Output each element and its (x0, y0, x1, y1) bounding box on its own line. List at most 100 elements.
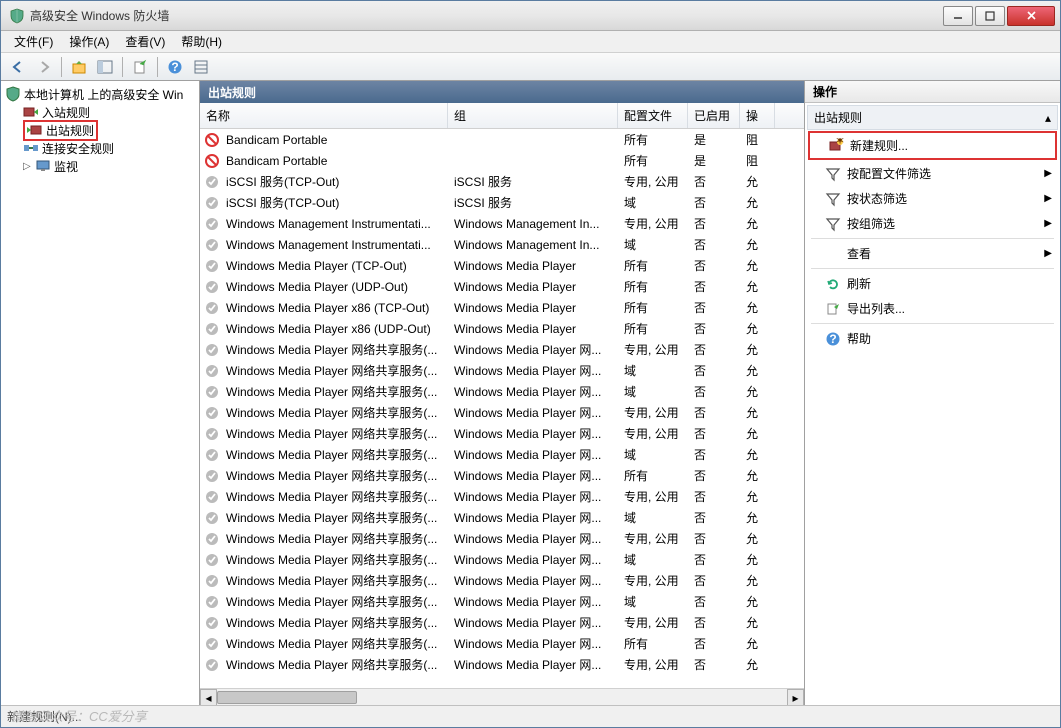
table-row[interactable]: iSCSI 服务(TCP-Out)iSCSI 服务专用, 公用否允 (200, 171, 804, 192)
action-help[interactable]: ? 帮助 (807, 326, 1058, 351)
disabled-allow-icon (204, 426, 220, 442)
table-row[interactable]: Bandicam Portable所有是阻 (200, 129, 804, 150)
action-new-rule[interactable]: ✶ 新建规则... (808, 131, 1057, 160)
close-button[interactable] (1007, 6, 1055, 26)
rule-group: Windows Media Player 网... (448, 572, 618, 589)
table-row[interactable]: Windows Media Player 网络共享服务(...Windows M… (200, 591, 804, 612)
action-group-header[interactable]: 出站规则 ▴ (807, 105, 1058, 130)
rule-profile: 所有 (618, 635, 688, 652)
col-action[interactable]: 操 (740, 103, 775, 128)
menu-help[interactable]: 帮助(H) (173, 31, 230, 52)
rule-action: 允 (740, 257, 775, 274)
col-group[interactable]: 组 (448, 103, 618, 128)
rule-name: Windows Management Instrumentati... (220, 238, 448, 252)
outbound-icon (27, 122, 43, 138)
rule-action: 允 (740, 362, 775, 379)
rule-profile: 专用, 公用 (618, 425, 688, 442)
rule-name: Windows Media Player 网络共享服务(... (220, 446, 448, 463)
rule-enabled: 否 (688, 488, 740, 505)
menu-action[interactable]: 操作(A) (61, 31, 117, 52)
table-row[interactable]: Windows Media Player 网络共享服务(...Windows M… (200, 360, 804, 381)
table-row[interactable]: Windows Media Player 网络共享服务(...Windows M… (200, 612, 804, 633)
menubar: 文件(F) 操作(A) 查看(V) 帮助(H) (1, 31, 1060, 53)
table-row[interactable]: Windows Media Player 网络共享服务(...Windows M… (200, 507, 804, 528)
status-text: 新建规则(N)... (7, 708, 82, 725)
rule-enabled: 否 (688, 341, 740, 358)
table-row[interactable]: Windows Media Player 网络共享服务(...Windows M… (200, 339, 804, 360)
action-refresh[interactable]: 刷新 (807, 271, 1058, 296)
action-filter-state[interactable]: 按状态筛选 ▶ (807, 186, 1058, 211)
app-icon (9, 8, 25, 24)
table-row[interactable]: Windows Media Player x86 (UDP-Out)Window… (200, 318, 804, 339)
action-filter-group[interactable]: 按组筛选 ▶ (807, 211, 1058, 236)
minimize-button[interactable] (943, 6, 973, 26)
action-view[interactable]: 查看 ▶ (807, 241, 1058, 266)
rule-group: Windows Management In... (448, 238, 618, 252)
table-row[interactable]: Windows Media Player 网络共享服务(...Windows M… (200, 549, 804, 570)
action-export[interactable]: 导出列表... (807, 296, 1058, 321)
action-filter-profile[interactable]: 按配置文件筛选 ▶ (807, 161, 1058, 186)
table-row[interactable]: Windows Media Player 网络共享服务(...Windows M… (200, 381, 804, 402)
col-profile[interactable]: 配置文件 (618, 103, 688, 128)
expand-icon[interactable]: ▷ (23, 161, 35, 172)
table-row[interactable]: Windows Media Player (UDP-Out)Windows Me… (200, 276, 804, 297)
rule-group: iSCSI 服务 (448, 194, 618, 211)
rule-profile: 所有 (618, 467, 688, 484)
show-hide-tree-button[interactable] (93, 56, 117, 78)
rule-group: Windows Media Player 网... (448, 467, 618, 484)
rule-profile: 专用, 公用 (618, 215, 688, 232)
rule-group: Windows Media Player 网... (448, 362, 618, 379)
table-row[interactable]: Windows Media Player (TCP-Out)Windows Me… (200, 255, 804, 276)
rule-enabled: 否 (688, 551, 740, 568)
rule-profile: 域 (618, 509, 688, 526)
table-row[interactable]: iSCSI 服务(TCP-Out)iSCSI 服务域否允 (200, 192, 804, 213)
scroll-thumb[interactable] (217, 691, 357, 704)
maximize-button[interactable] (975, 6, 1005, 26)
table-row[interactable]: Windows Media Player 网络共享服务(...Windows M… (200, 570, 804, 591)
rule-enabled: 否 (688, 635, 740, 652)
tree-connsec[interactable]: 连接安全规则 (1, 139, 199, 157)
tree-root[interactable]: 本地计算机 上的高级安全 Win (1, 85, 199, 103)
svg-text:?: ? (829, 332, 836, 346)
rule-name: Windows Media Player 网络共享服务(... (220, 341, 448, 358)
properties-button[interactable] (189, 56, 213, 78)
disabled-allow-icon (204, 468, 220, 484)
rule-group: Windows Media Player 网... (448, 551, 618, 568)
table-row[interactable]: Windows Media Player x86 (TCP-Out)Window… (200, 297, 804, 318)
table-row[interactable]: Windows Media Player 网络共享服务(...Windows M… (200, 633, 804, 654)
tree-inbound[interactable]: 入站规则 (1, 103, 199, 121)
table-row[interactable]: Windows Media Player 网络共享服务(...Windows M… (200, 402, 804, 423)
rule-name: Windows Media Player (UDP-Out) (220, 280, 448, 294)
tree-monitor[interactable]: ▷ 监视 (1, 157, 199, 175)
export-button[interactable] (128, 56, 152, 78)
rule-action: 允 (740, 509, 775, 526)
rule-name: Windows Media Player 网络共享服务(... (220, 614, 448, 631)
back-button[interactable] (6, 56, 30, 78)
table-row[interactable]: Windows Media Player 网络共享服务(...Windows M… (200, 444, 804, 465)
col-enabled[interactable]: 已启用 (688, 103, 740, 128)
rule-action: 允 (740, 488, 775, 505)
action-new-rule-label: 新建规则... (850, 137, 908, 154)
horizontal-scrollbar[interactable]: ◂ ▸ (200, 688, 804, 705)
table-row[interactable]: Windows Media Player 网络共享服务(...Windows M… (200, 654, 804, 675)
table-row[interactable]: Windows Media Player 网络共享服务(...Windows M… (200, 528, 804, 549)
table-row[interactable]: Windows Media Player 网络共享服务(...Windows M… (200, 465, 804, 486)
rules-list[interactable]: 名称 组 配置文件 已启用 操 Bandicam Portable所有是阻Ban… (200, 103, 804, 688)
help-button[interactable]: ? (163, 56, 187, 78)
menu-view[interactable]: 查看(V) (117, 31, 173, 52)
table-row[interactable]: Windows Management Instrumentati...Windo… (200, 213, 804, 234)
scroll-left-arrow[interactable]: ◂ (200, 689, 217, 706)
table-row[interactable]: Windows Media Player 网络共享服务(...Windows M… (200, 423, 804, 444)
menu-file[interactable]: 文件(F) (6, 31, 61, 52)
rule-action: 允 (740, 656, 775, 673)
up-button[interactable] (67, 56, 91, 78)
forward-button[interactable] (32, 56, 56, 78)
table-row[interactable]: Windows Management Instrumentati...Windo… (200, 234, 804, 255)
rule-action: 允 (740, 635, 775, 652)
action-view-label: 查看 (847, 245, 871, 262)
tree-outbound[interactable]: 出站规则 (1, 121, 199, 139)
table-row[interactable]: Windows Media Player 网络共享服务(...Windows M… (200, 486, 804, 507)
col-name[interactable]: 名称 (200, 103, 448, 128)
table-row[interactable]: Bandicam Portable所有是阻 (200, 150, 804, 171)
scroll-right-arrow[interactable]: ▸ (787, 689, 804, 706)
